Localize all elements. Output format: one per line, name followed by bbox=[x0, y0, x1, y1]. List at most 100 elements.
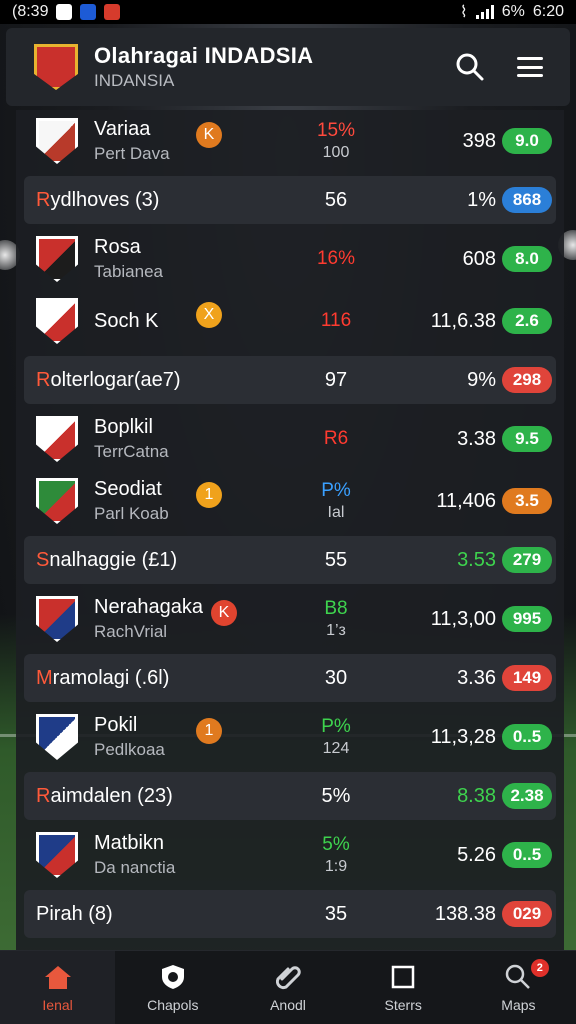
stat-sub: 1’з bbox=[326, 622, 346, 639]
team-value: 398 bbox=[462, 129, 496, 152]
team-crest-icon bbox=[36, 236, 78, 282]
group-name: Snalhaggie (£1) bbox=[36, 549, 177, 572]
square-icon bbox=[388, 963, 418, 991]
group-stat: 55 bbox=[324, 548, 348, 571]
rank-badge: K bbox=[211, 600, 237, 626]
team-name: Nerahagaka bbox=[94, 596, 203, 618]
group-name-initial: M bbox=[36, 666, 53, 689]
group-stat: 35 bbox=[324, 902, 348, 925]
score-pill: 0..5 bbox=[502, 724, 552, 750]
status-time: (8:39 bbox=[12, 3, 49, 20]
team-crest-icon bbox=[36, 832, 78, 878]
team-value: 5.26 bbox=[457, 843, 496, 866]
stat-sub: 1:9 bbox=[324, 858, 348, 875]
group-value: 8.38 bbox=[457, 784, 496, 807]
team-row[interactable]: Rosa Tabianea 16% 608 8.0 bbox=[16, 228, 564, 290]
stat-column: B8 1’з bbox=[316, 598, 356, 640]
score-pill: 8.0 bbox=[502, 246, 552, 272]
team-row[interactable]: Variaa Pert Dava K 15% 100 398 9.0 bbox=[16, 110, 564, 172]
nav-label: Sterrs bbox=[384, 996, 422, 1013]
group-name: Raimdalen (23) bbox=[36, 785, 173, 808]
group-name-text: aimdalen (23) bbox=[50, 784, 173, 807]
group-name-text: ydlhoves (3) bbox=[50, 188, 160, 211]
notification-badge: 2 bbox=[530, 959, 549, 977]
group-name-text: nalhaggie (£1) bbox=[49, 548, 178, 571]
team-row[interactable]: Seodiat Parl Koab 1 P% Ial 11,406 3.5 bbox=[16, 470, 564, 532]
team-row[interactable]: Matbikn Da nanctia 5% 1:9 5.26 0..5 bbox=[16, 824, 564, 886]
team-subtitle: TerrCatna bbox=[94, 442, 169, 461]
group-value: 138.38 bbox=[434, 902, 496, 925]
nav-item-search[interactable]: Maps 2 bbox=[461, 951, 576, 1024]
team-row[interactable]: Boplkil TerrCatna R6 3.38 9.5 bbox=[16, 408, 564, 470]
group-value: 3.36 bbox=[457, 666, 496, 689]
group-header-row[interactable]: Mramolagi (.6l) 30 3.36 149 bbox=[24, 654, 556, 702]
group-score-pill: 029 bbox=[502, 901, 552, 927]
hamburger-icon bbox=[517, 57, 543, 77]
stat-column: 116 bbox=[316, 310, 356, 332]
team-subtitle: Tabianea bbox=[94, 262, 164, 281]
notification-icon bbox=[56, 4, 73, 20]
app-title: Olahragai INDADSIA bbox=[94, 43, 314, 68]
team-subtitle: Da nanctia bbox=[94, 858, 176, 877]
nav-item-shield[interactable]: Chapols bbox=[115, 951, 230, 1024]
stat-percent: B8 bbox=[324, 598, 348, 619]
group-score-pill: 868 bbox=[502, 187, 552, 213]
group-header-row[interactable]: Rydlhoves (3) 56 1% 868 bbox=[24, 176, 556, 224]
search-icon bbox=[503, 963, 533, 991]
rank-badge: X bbox=[196, 302, 222, 328]
group-score-pill: 298 bbox=[502, 367, 552, 393]
group-name-text: ramolagi (.6l) bbox=[52, 666, 170, 689]
team-row[interactable]: Pokil Pedlkoaa 1 P% 124 11,3,28 0..5 bbox=[16, 706, 564, 768]
stat-column: P% 124 bbox=[316, 716, 356, 758]
stat-percent: P% bbox=[321, 480, 351, 501]
group-value: 9% bbox=[467, 368, 496, 391]
group-name: Rydlhoves (3) bbox=[36, 189, 159, 212]
group-score-pill: 2.38 bbox=[502, 783, 552, 809]
team-name-block: Rosa Tabianea bbox=[94, 236, 224, 282]
menu-button[interactable] bbox=[508, 45, 552, 89]
stat-percent: 116 bbox=[320, 310, 352, 331]
score-pill: 0..5 bbox=[502, 842, 552, 868]
group-header-row[interactable]: Raimdalen (23) 5% 8.38 2.38 bbox=[24, 772, 556, 820]
team-name: Rosa bbox=[94, 236, 141, 258]
group-stat: 5% bbox=[321, 784, 351, 807]
stat-sub: 124 bbox=[322, 740, 350, 757]
group-header-row[interactable]: Pirah (8) 35 138.38 029 bbox=[24, 890, 556, 938]
stat-percent: P% bbox=[321, 716, 351, 737]
nav-label: Chapols bbox=[147, 996, 199, 1013]
group-value: 3.53 bbox=[457, 548, 496, 571]
group-score-pill: 149 bbox=[502, 665, 552, 691]
app-subtitle: INDANSIA bbox=[94, 71, 175, 90]
stat-percent: R6 bbox=[323, 428, 349, 449]
group-header-row[interactable]: Rolterlogar(ae7) 97 9% 298 bbox=[24, 356, 556, 404]
search-icon bbox=[456, 53, 484, 81]
stat-column: 16% bbox=[316, 248, 356, 270]
group-stat: 97 bbox=[324, 368, 348, 391]
stat-column: P% Ial bbox=[316, 480, 356, 522]
nav-item-clip[interactable]: Anodl bbox=[230, 951, 345, 1024]
nav-label: Maps bbox=[501, 996, 536, 1013]
stat-sub: 100 bbox=[322, 144, 350, 161]
group-value: 1% bbox=[467, 188, 496, 211]
standings-list[interactable]: Variaa Pert Dava K 15% 100 398 9.0 Rydlhoves (3… bbox=[16, 110, 564, 950]
status-clock: 6:20 bbox=[532, 3, 564, 20]
group-name-initial: S bbox=[36, 548, 50, 571]
team-value: 3.38 bbox=[457, 427, 496, 450]
nav-item-square[interactable]: Sterrs bbox=[346, 951, 461, 1024]
team-name: Boplkil bbox=[94, 416, 153, 438]
rank-badge: 1 bbox=[196, 482, 222, 508]
team-row[interactable]: Soch K X 116 11,6.38 2.6 bbox=[16, 290, 564, 352]
team-subtitle: RachVrial bbox=[94, 622, 168, 641]
bottom-navigation: Ienal Chapols Anodl Sterrs Maps 2 bbox=[0, 950, 576, 1024]
group-header-row[interactable]: Snalhaggie (£1) 55 3.53 279 bbox=[24, 536, 556, 584]
score-pill: 9.0 bbox=[502, 128, 552, 154]
team-crest-icon bbox=[36, 298, 78, 344]
app-logo bbox=[34, 44, 78, 90]
score-pill: 9.5 bbox=[502, 426, 552, 452]
stat-column: 15% 100 bbox=[316, 120, 356, 162]
nav-item-home[interactable]: Ienal bbox=[0, 951, 116, 1024]
nav-label: Anodl bbox=[270, 996, 306, 1013]
search-button[interactable] bbox=[448, 45, 492, 89]
team-row[interactable]: Nerahagaka RachVrial K B8 1’з 11,3,00 995 bbox=[16, 588, 564, 650]
team-name: Matbikn bbox=[94, 832, 165, 854]
